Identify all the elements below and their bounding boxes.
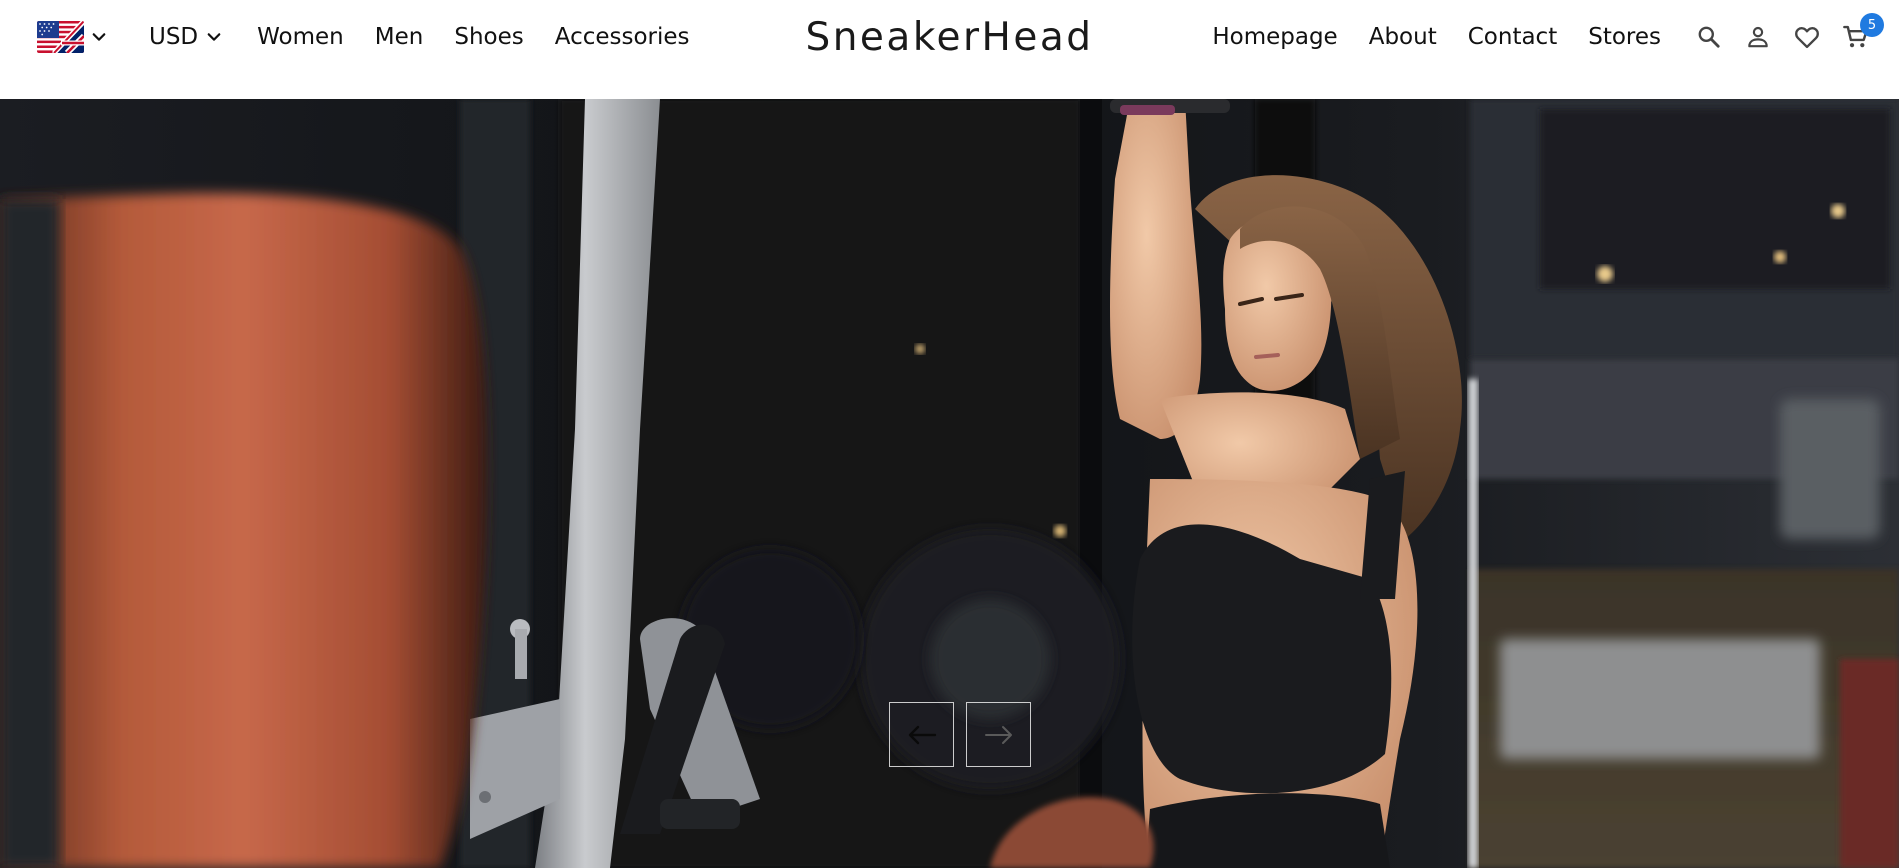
next-slide-button[interactable] [966, 702, 1031, 767]
chevron-down-icon [92, 33, 106, 41]
uk-us-flag-icon [37, 21, 84, 53]
search-icon [1698, 26, 1720, 48]
site-logo[interactable]: SneakerHead [805, 15, 1093, 60]
nav-link-men[interactable]: Men [375, 24, 424, 50]
cart-count-badge: 5 [1860, 13, 1884, 37]
header-left-group: USD Women Men Shoes Accessories [37, 18, 721, 56]
currency-selector[interactable]: USD [149, 24, 223, 50]
heart-icon [1795, 27, 1819, 49]
arrow-left-icon [908, 725, 936, 744]
header-icons: 5 [1694, 13, 1884, 52]
language-selector[interactable] [37, 21, 108, 53]
site-nav: Homepage About Contact Stores [1212, 24, 1692, 50]
currency-label: USD [149, 24, 199, 50]
search-button[interactable] [1694, 22, 1724, 52]
cart-button[interactable]: 5 [1841, 13, 1884, 52]
nav-link-shoes[interactable]: Shoes [454, 24, 523, 50]
slider-controls [889, 702, 1031, 767]
hero-slider [0, 99, 1899, 868]
nav-link-accessories[interactable]: Accessories [555, 24, 690, 50]
chevron-down-icon [207, 33, 221, 41]
nav-link-women[interactable]: Women [257, 24, 344, 50]
category-nav: Women Men Shoes Accessories [257, 24, 720, 50]
account-button[interactable] [1743, 22, 1773, 52]
arrow-right-icon [984, 725, 1012, 744]
nav-link-stores[interactable]: Stores [1588, 24, 1661, 50]
nav-link-contact[interactable]: Contact [1468, 24, 1557, 50]
prev-slide-button[interactable] [889, 702, 954, 767]
account-icon [1748, 26, 1768, 48]
wishlist-button[interactable] [1792, 22, 1822, 52]
header-right-group: Homepage About Contact Stores 5 [1212, 13, 1884, 56]
nav-link-about[interactable]: About [1369, 24, 1437, 50]
nav-link-homepage[interactable]: Homepage [1212, 24, 1337, 50]
site-header: USD Women Men Shoes Accessories SneakerH… [0, 0, 1899, 99]
